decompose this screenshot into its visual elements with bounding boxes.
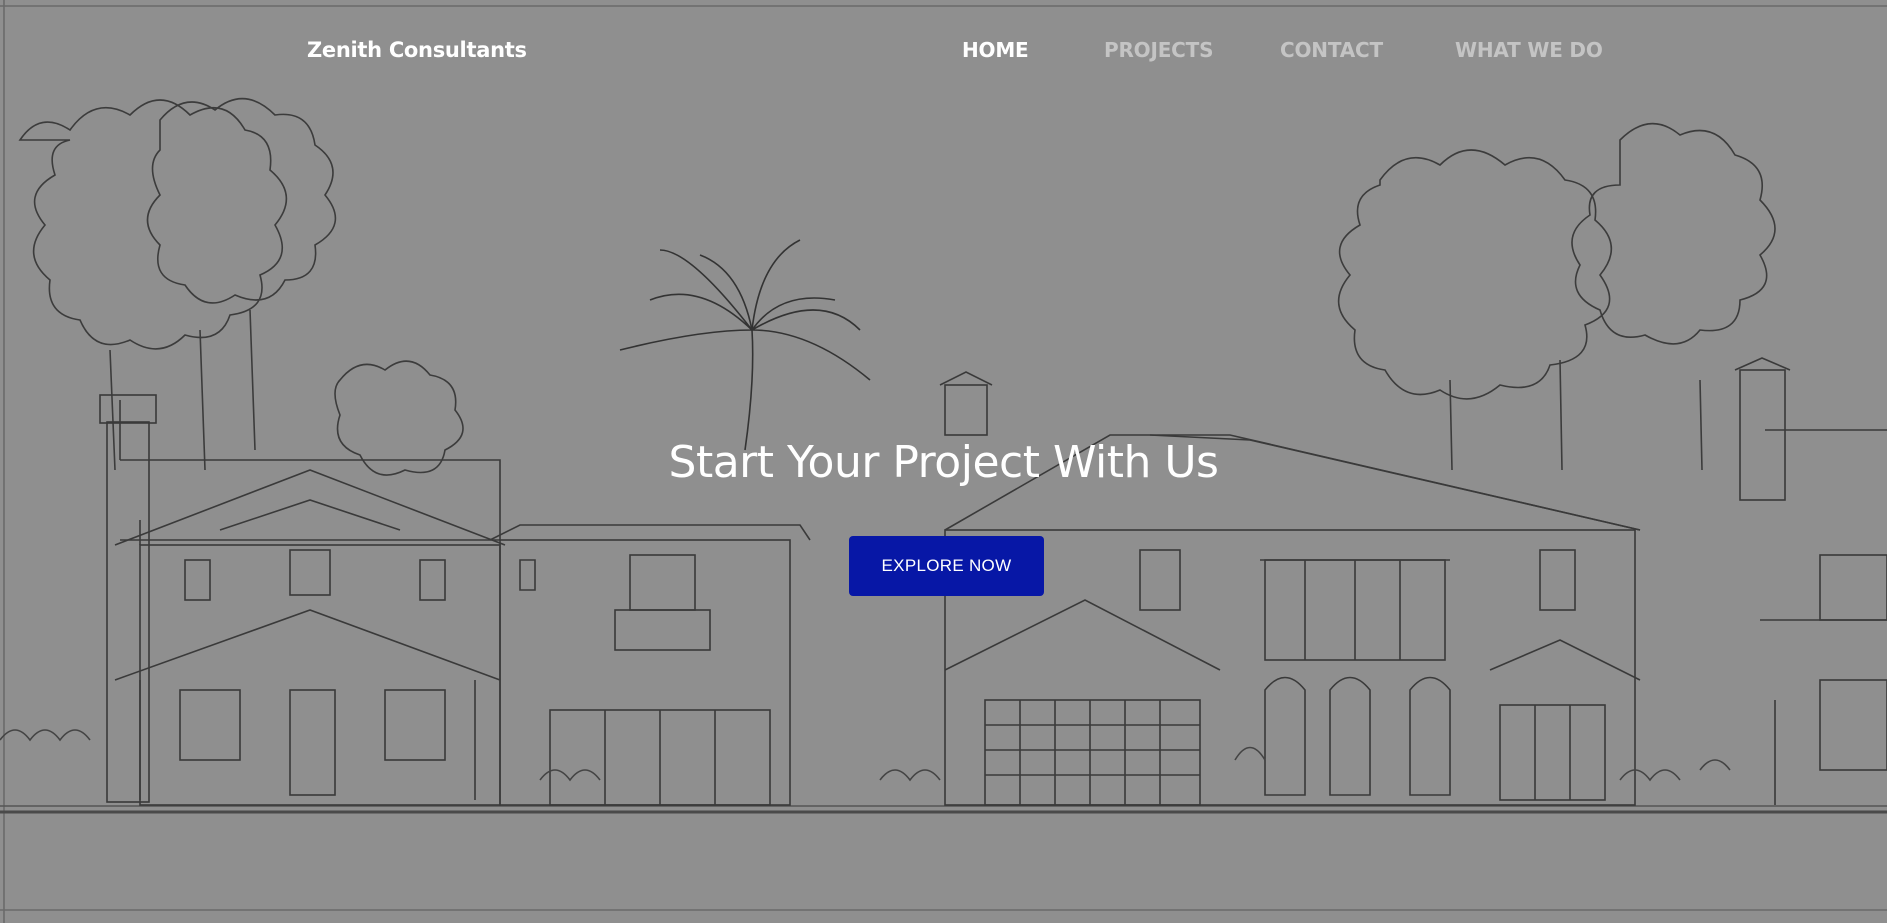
top-navbar: Zenith Consultants HOME PROJECTS CONTACT… [0, 0, 1887, 100]
tree-sketch-left [18, 97, 464, 476]
right-house-sketch [1734, 357, 1887, 805]
shrub-line-sketch [0, 729, 1731, 782]
brand-logo[interactable]: Zenith Consultants [307, 38, 527, 62]
palm-tree-sketch [619, 239, 871, 451]
nav-what-we-do-link[interactable]: WHAT WE DO [1455, 38, 1603, 62]
nav-contact-link[interactable]: CONTACT [1280, 38, 1383, 62]
hero-section: Zenith Consultants HOME PROJECTS CONTACT… [0, 0, 1887, 923]
nav-projects-link[interactable]: PROJECTS [1104, 38, 1213, 62]
hero-headline: Start Your Project With Us [668, 437, 1219, 488]
tree-sketch-right [1337, 122, 1776, 471]
explore-now-button[interactable]: EXPLORE NOW [849, 536, 1044, 596]
nav-home-link[interactable]: HOME [962, 38, 1029, 62]
